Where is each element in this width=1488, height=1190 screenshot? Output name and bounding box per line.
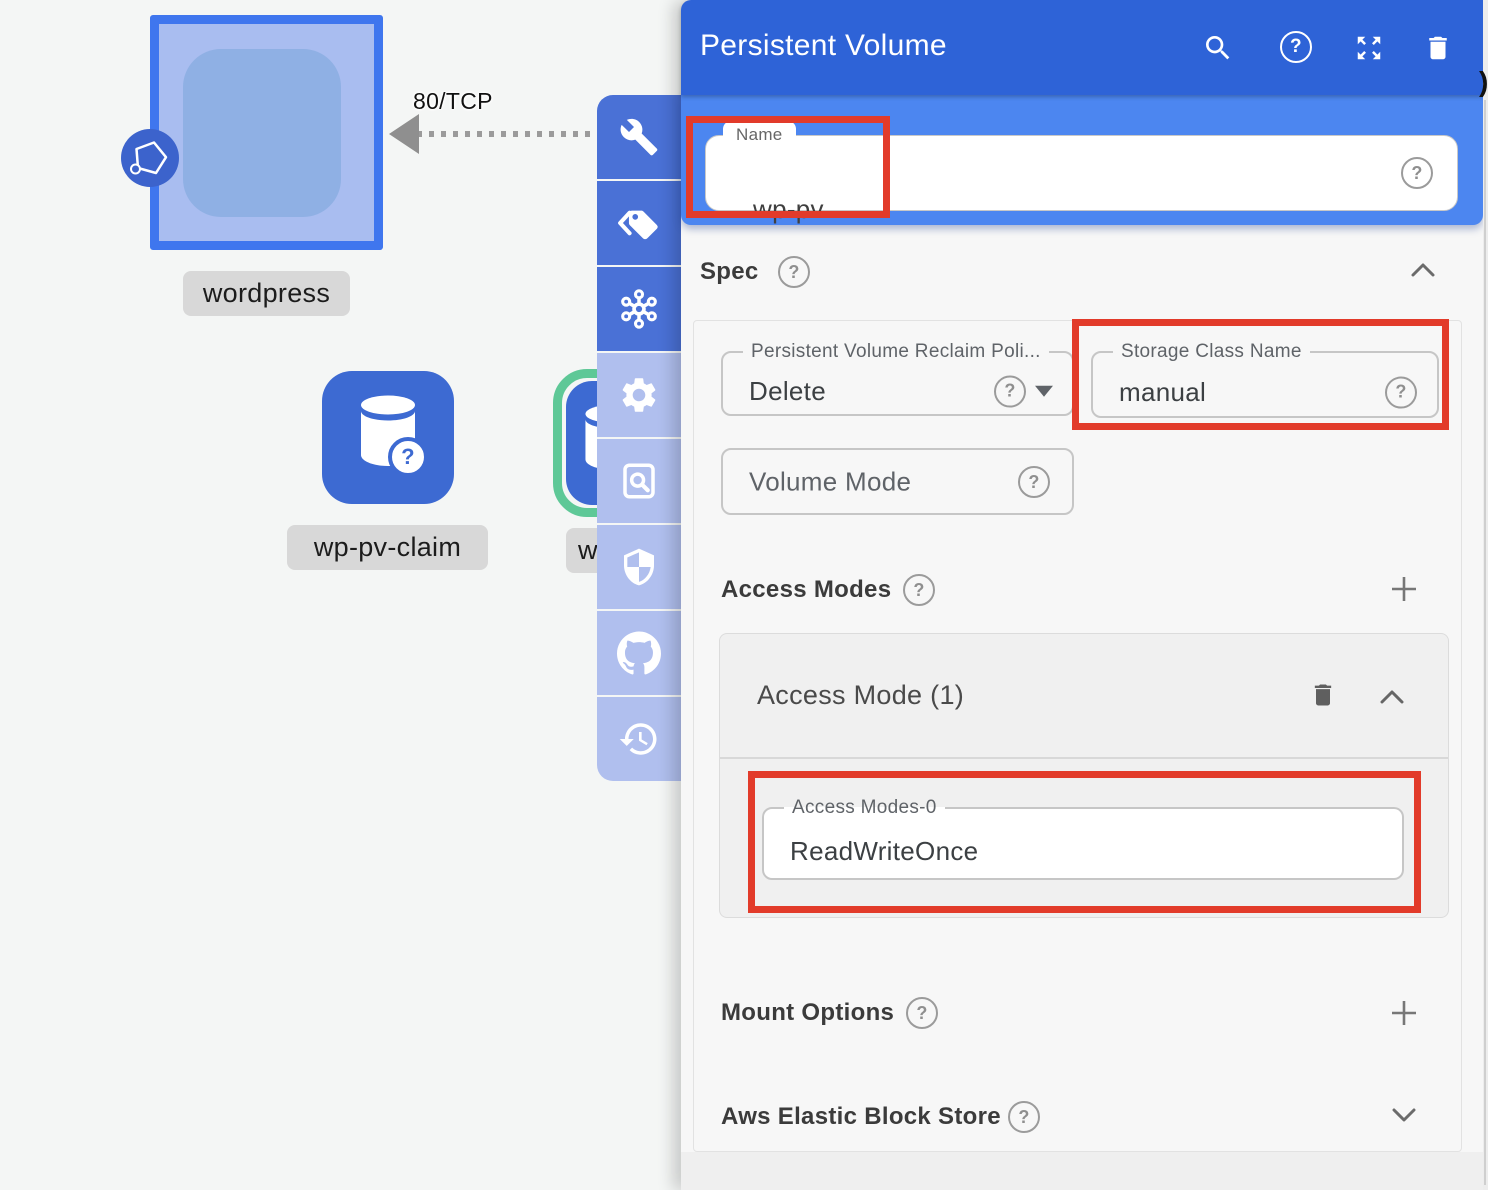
add-mount-option-icon[interactable] bbox=[1388, 997, 1420, 1029]
access-modes-help-icon[interactable]: ? bbox=[903, 574, 935, 606]
shield-icon bbox=[619, 547, 659, 587]
access-modes-0-input[interactable]: Access Modes-0 ReadWriteOnce bbox=[762, 797, 1404, 880]
inspect-tool-button[interactable] bbox=[597, 439, 681, 523]
storage-class-name-label: Storage Class Name bbox=[1113, 341, 1310, 363]
panel-header: Persistent Volume ? bbox=[681, 0, 1483, 95]
storage-class-name-value: manual bbox=[1119, 376, 1206, 407]
edge-arrowhead-icon bbox=[389, 114, 419, 154]
find-in-page-icon bbox=[618, 460, 660, 502]
pod-pentagon-icon bbox=[121, 129, 179, 187]
name-section: Name wp-pv ? bbox=[681, 95, 1483, 225]
security-tool-button[interactable] bbox=[597, 525, 681, 609]
wrench-icon bbox=[619, 117, 659, 157]
reclaim-policy-value: Delete bbox=[749, 375, 826, 406]
app-window: wordpress 80/TCP w ? wp-pv-claim bbox=[0, 0, 1488, 1190]
edge-port-label: 80/TCP bbox=[413, 88, 493, 115]
delete-resource-icon[interactable] bbox=[1421, 31, 1455, 65]
help-icon[interactable]: ? bbox=[1280, 31, 1312, 63]
card-divider bbox=[720, 757, 1448, 759]
panel-title: Persistent Volume bbox=[700, 29, 947, 63]
name-input[interactable]: wp-pv ? bbox=[705, 135, 1458, 211]
node-wordpress-inner bbox=[183, 49, 341, 217]
name-field-label: Name bbox=[723, 121, 796, 149]
name-input-value: wp-pv bbox=[753, 194, 824, 225]
node-wordpress[interactable] bbox=[150, 15, 383, 250]
spec-help-icon[interactable]: ? bbox=[778, 256, 810, 288]
storage-class-name-input[interactable]: Storage Class Name manual ? bbox=[1091, 341, 1439, 418]
node-label-wordpress: wordpress bbox=[183, 271, 350, 316]
edge-dotted-line bbox=[417, 131, 600, 137]
settings-tool-button[interactable] bbox=[597, 353, 681, 437]
tag-icon bbox=[617, 203, 661, 243]
spec-container: Persistent Volume Reclaim Poli... Delete… bbox=[693, 320, 1462, 1152]
reclaim-policy-select[interactable]: Persistent Volume Reclaim Poli... Delete… bbox=[721, 341, 1074, 416]
access-modes-0-label: Access Modes-0 bbox=[784, 797, 945, 819]
access-mode-collapse-chevron-up-icon[interactable] bbox=[1378, 687, 1406, 707]
github-icon bbox=[617, 631, 661, 675]
volume-mode-help-icon[interactable]: ? bbox=[1018, 466, 1050, 498]
scrollbar[interactable] bbox=[1484, 100, 1486, 1185]
history-tool-button[interactable] bbox=[597, 697, 681, 781]
aws-ebs-heading: Aws Elastic Block Store bbox=[721, 1103, 1001, 1131]
persistent-volume-panel: Persistent Volume ? Name wp-pv bbox=[681, 0, 1483, 1190]
reclaim-policy-help-icon[interactable]: ? bbox=[994, 375, 1026, 407]
delete-access-mode-icon[interactable] bbox=[1309, 680, 1337, 710]
node-label-wp-pv-claim: wp-pv-claim bbox=[287, 525, 488, 570]
access-mode-card-title: Access Mode (1) bbox=[757, 680, 964, 711]
clipped-canvas-glyph: ) bbox=[1479, 66, 1488, 98]
mount-options-help-icon[interactable]: ? bbox=[906, 997, 938, 1029]
aws-ebs-help-icon[interactable]: ? bbox=[1008, 1101, 1040, 1133]
expand-icon[interactable] bbox=[1352, 31, 1386, 65]
github-tool-button[interactable] bbox=[597, 611, 681, 695]
storage-class-help-icon[interactable]: ? bbox=[1385, 376, 1417, 408]
spec-collapse-chevron-up-icon[interactable] bbox=[1409, 260, 1437, 280]
access-mode-card: Access Mode (1) Access Modes-0 ReadWrite… bbox=[719, 633, 1449, 918]
history-icon bbox=[618, 718, 660, 760]
add-access-mode-icon[interactable] bbox=[1388, 573, 1420, 605]
panel-bottom-strip bbox=[681, 1152, 1483, 1190]
volume-mode-label: Volume Mode bbox=[749, 466, 911, 497]
hub-icon bbox=[617, 287, 661, 331]
access-modes-heading: Access Modes bbox=[721, 576, 891, 604]
aws-ebs-expand-chevron-down-icon[interactable] bbox=[1390, 1105, 1418, 1125]
question-badge-icon: ? bbox=[388, 437, 428, 477]
labels-tool-button[interactable] bbox=[597, 181, 681, 265]
dropdown-arrow-icon bbox=[1035, 385, 1053, 396]
access-modes-0-value: ReadWriteOnce bbox=[790, 835, 978, 866]
network-hub-tool-button[interactable] bbox=[597, 267, 681, 351]
mount-options-heading: Mount Options bbox=[721, 999, 894, 1027]
gear-icon bbox=[618, 374, 660, 416]
node-wp-pv-claim[interactable]: ? bbox=[322, 371, 454, 504]
volume-mode-input[interactable]: Volume Mode ? bbox=[721, 448, 1074, 515]
reclaim-policy-label: Persistent Volume Reclaim Poli... bbox=[743, 341, 1049, 363]
search-icon[interactable] bbox=[1201, 31, 1235, 65]
wrench-tool-button[interactable] bbox=[597, 95, 681, 179]
name-help-icon[interactable]: ? bbox=[1401, 157, 1433, 189]
spec-heading: Spec bbox=[700, 258, 759, 286]
